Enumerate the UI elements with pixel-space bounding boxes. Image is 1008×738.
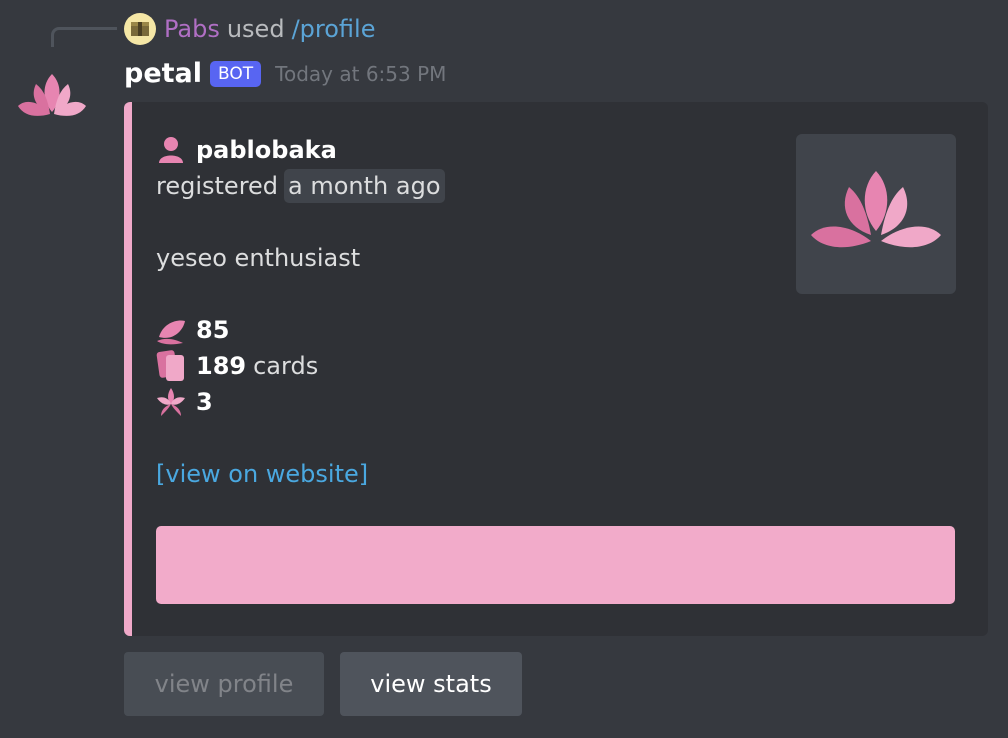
petals-count: 85 xyxy=(196,316,230,344)
registered-timestamp[interactable]: a month ago xyxy=(284,169,445,203)
cards-stat-line: 189 cards xyxy=(156,348,445,384)
username-line: pablobaka xyxy=(156,132,445,168)
message-header: petal BOT Today at 6:53 PM xyxy=(124,58,446,89)
box-icon xyxy=(131,22,149,36)
embed-thumbnail[interactable] xyxy=(796,134,956,294)
profile-username: pablobaka xyxy=(196,136,337,164)
cards-count: 189 xyxy=(196,352,247,380)
cards-icon xyxy=(154,349,188,383)
website-link-line: [view on website] xyxy=(156,456,445,492)
replying-user-avatar[interactable] xyxy=(124,13,156,45)
registered-line: registered a month ago xyxy=(156,168,445,204)
reply-username[interactable]: Pabs xyxy=(164,15,220,43)
view-profile-button[interactable]: view profile xyxy=(124,652,324,716)
bot-avatar[interactable] xyxy=(16,68,88,124)
reply-used-text: used xyxy=(226,15,285,43)
cards-label: cards xyxy=(253,352,319,380)
embed-accent-bar xyxy=(124,102,132,636)
flowers-count: 3 xyxy=(196,388,213,416)
flower-icon xyxy=(154,385,188,419)
flowers-stat-line: 3 xyxy=(156,384,445,420)
action-row: view profile view stats xyxy=(124,652,538,716)
bot-badge: BOT xyxy=(210,60,262,87)
profile-embed: pablobaka registered a month ago yeseo e… xyxy=(124,102,988,636)
lotus-icon xyxy=(18,74,86,116)
embed-image[interactable] xyxy=(156,526,955,604)
embed-description: pablobaka registered a month ago yeseo e… xyxy=(156,132,445,492)
user-icon xyxy=(154,133,188,167)
bio-line: yeseo enthusiast xyxy=(156,240,445,276)
message-timestamp[interactable]: Today at 6:53 PM xyxy=(275,62,446,86)
reply-connector xyxy=(51,27,117,47)
view-stats-button[interactable]: view stats xyxy=(340,652,522,716)
profile-bio: yeseo enthusiast xyxy=(156,244,361,272)
reply-command[interactable]: /profile xyxy=(292,15,376,43)
view-on-website-link[interactable]: [view on website] xyxy=(156,456,368,492)
lotus-icon xyxy=(811,171,941,248)
petals-stat-line: 85 xyxy=(156,312,445,348)
bot-username[interactable]: petal xyxy=(124,58,202,89)
registered-label: registered xyxy=(156,172,279,200)
reply-context[interactable]: Pabs used /profile xyxy=(124,12,375,46)
petal-icon xyxy=(154,313,188,347)
